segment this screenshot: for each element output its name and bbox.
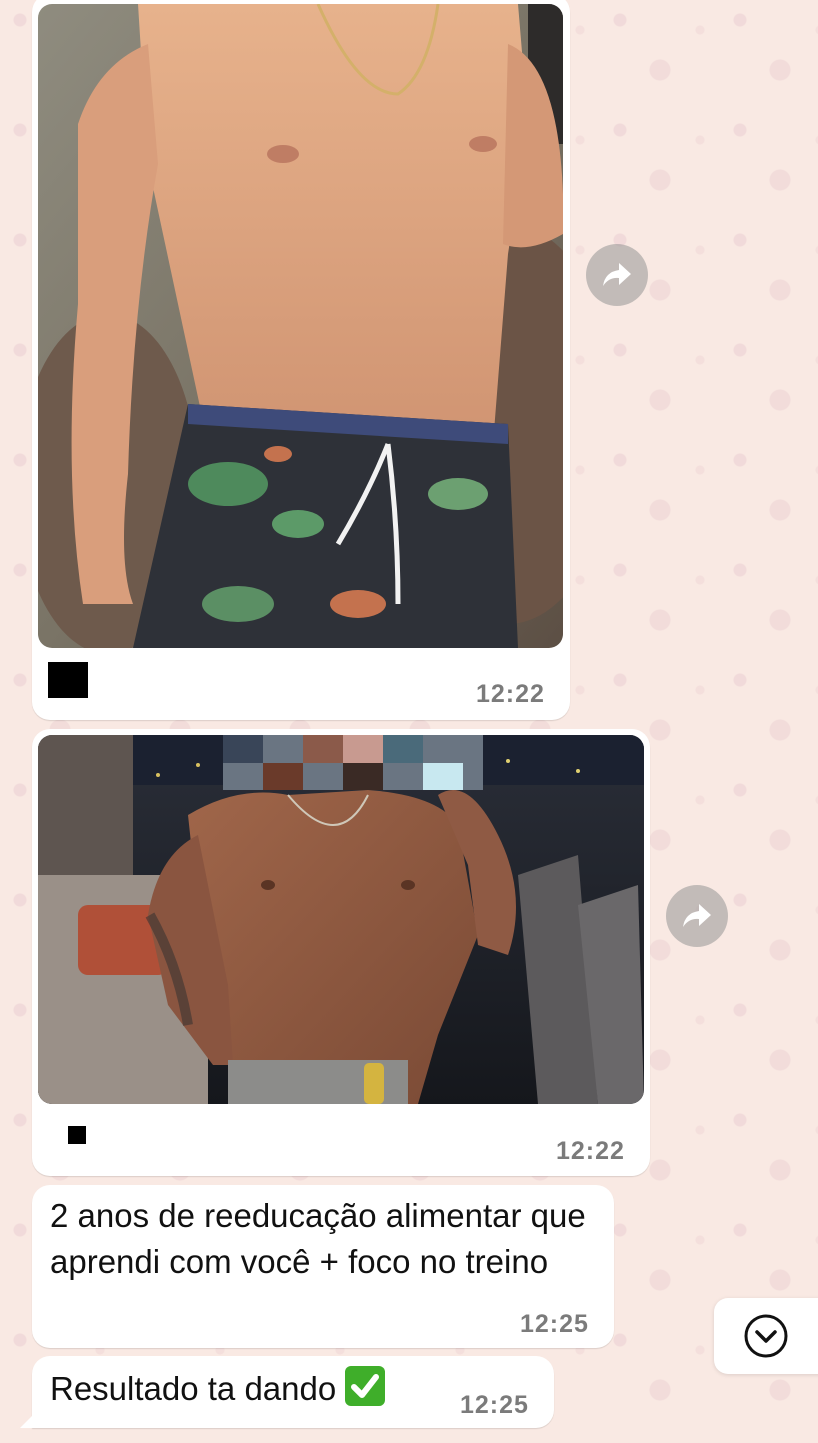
forward-button[interactable] xyxy=(586,244,648,306)
message-timestamp: 12:22 xyxy=(476,680,545,708)
forward-button[interactable] xyxy=(666,885,728,947)
message-photo-after[interactable] xyxy=(38,735,644,1104)
message-photo-before[interactable] xyxy=(38,4,563,648)
text-message-bubble[interactable]: 2 anos de reeducação alimentar que apren… xyxy=(32,1185,614,1348)
text-message-bubble[interactable]: Resultado ta dando 12:25 xyxy=(32,1356,554,1428)
forward-arrow-icon xyxy=(603,263,631,286)
message-text-line: Resultado ta dando xyxy=(50,1366,386,1412)
chevron-down-icon xyxy=(744,1314,788,1358)
check-mark-button-icon xyxy=(345,1366,386,1406)
redacted-caption xyxy=(48,662,88,698)
message-text: 2 anos de reeducação alimentar que apren… xyxy=(50,1197,586,1280)
message-timestamp: 12:25 xyxy=(520,1310,589,1338)
chat-conversation: 12:22 12:22 2 anos de reeducação aliment… xyxy=(0,0,818,1443)
photo-message-bubble[interactable]: 12:22 xyxy=(32,729,650,1176)
message-timestamp: 12:22 xyxy=(556,1137,625,1165)
forward-arrow-icon xyxy=(683,904,711,927)
message-timestamp: 12:25 xyxy=(460,1391,529,1419)
message-text: Resultado ta dando xyxy=(50,1370,337,1407)
scroll-to-bottom-button[interactable] xyxy=(714,1298,818,1374)
photo-message-bubble[interactable]: 12:22 xyxy=(32,0,570,720)
redacted-caption xyxy=(68,1126,86,1144)
